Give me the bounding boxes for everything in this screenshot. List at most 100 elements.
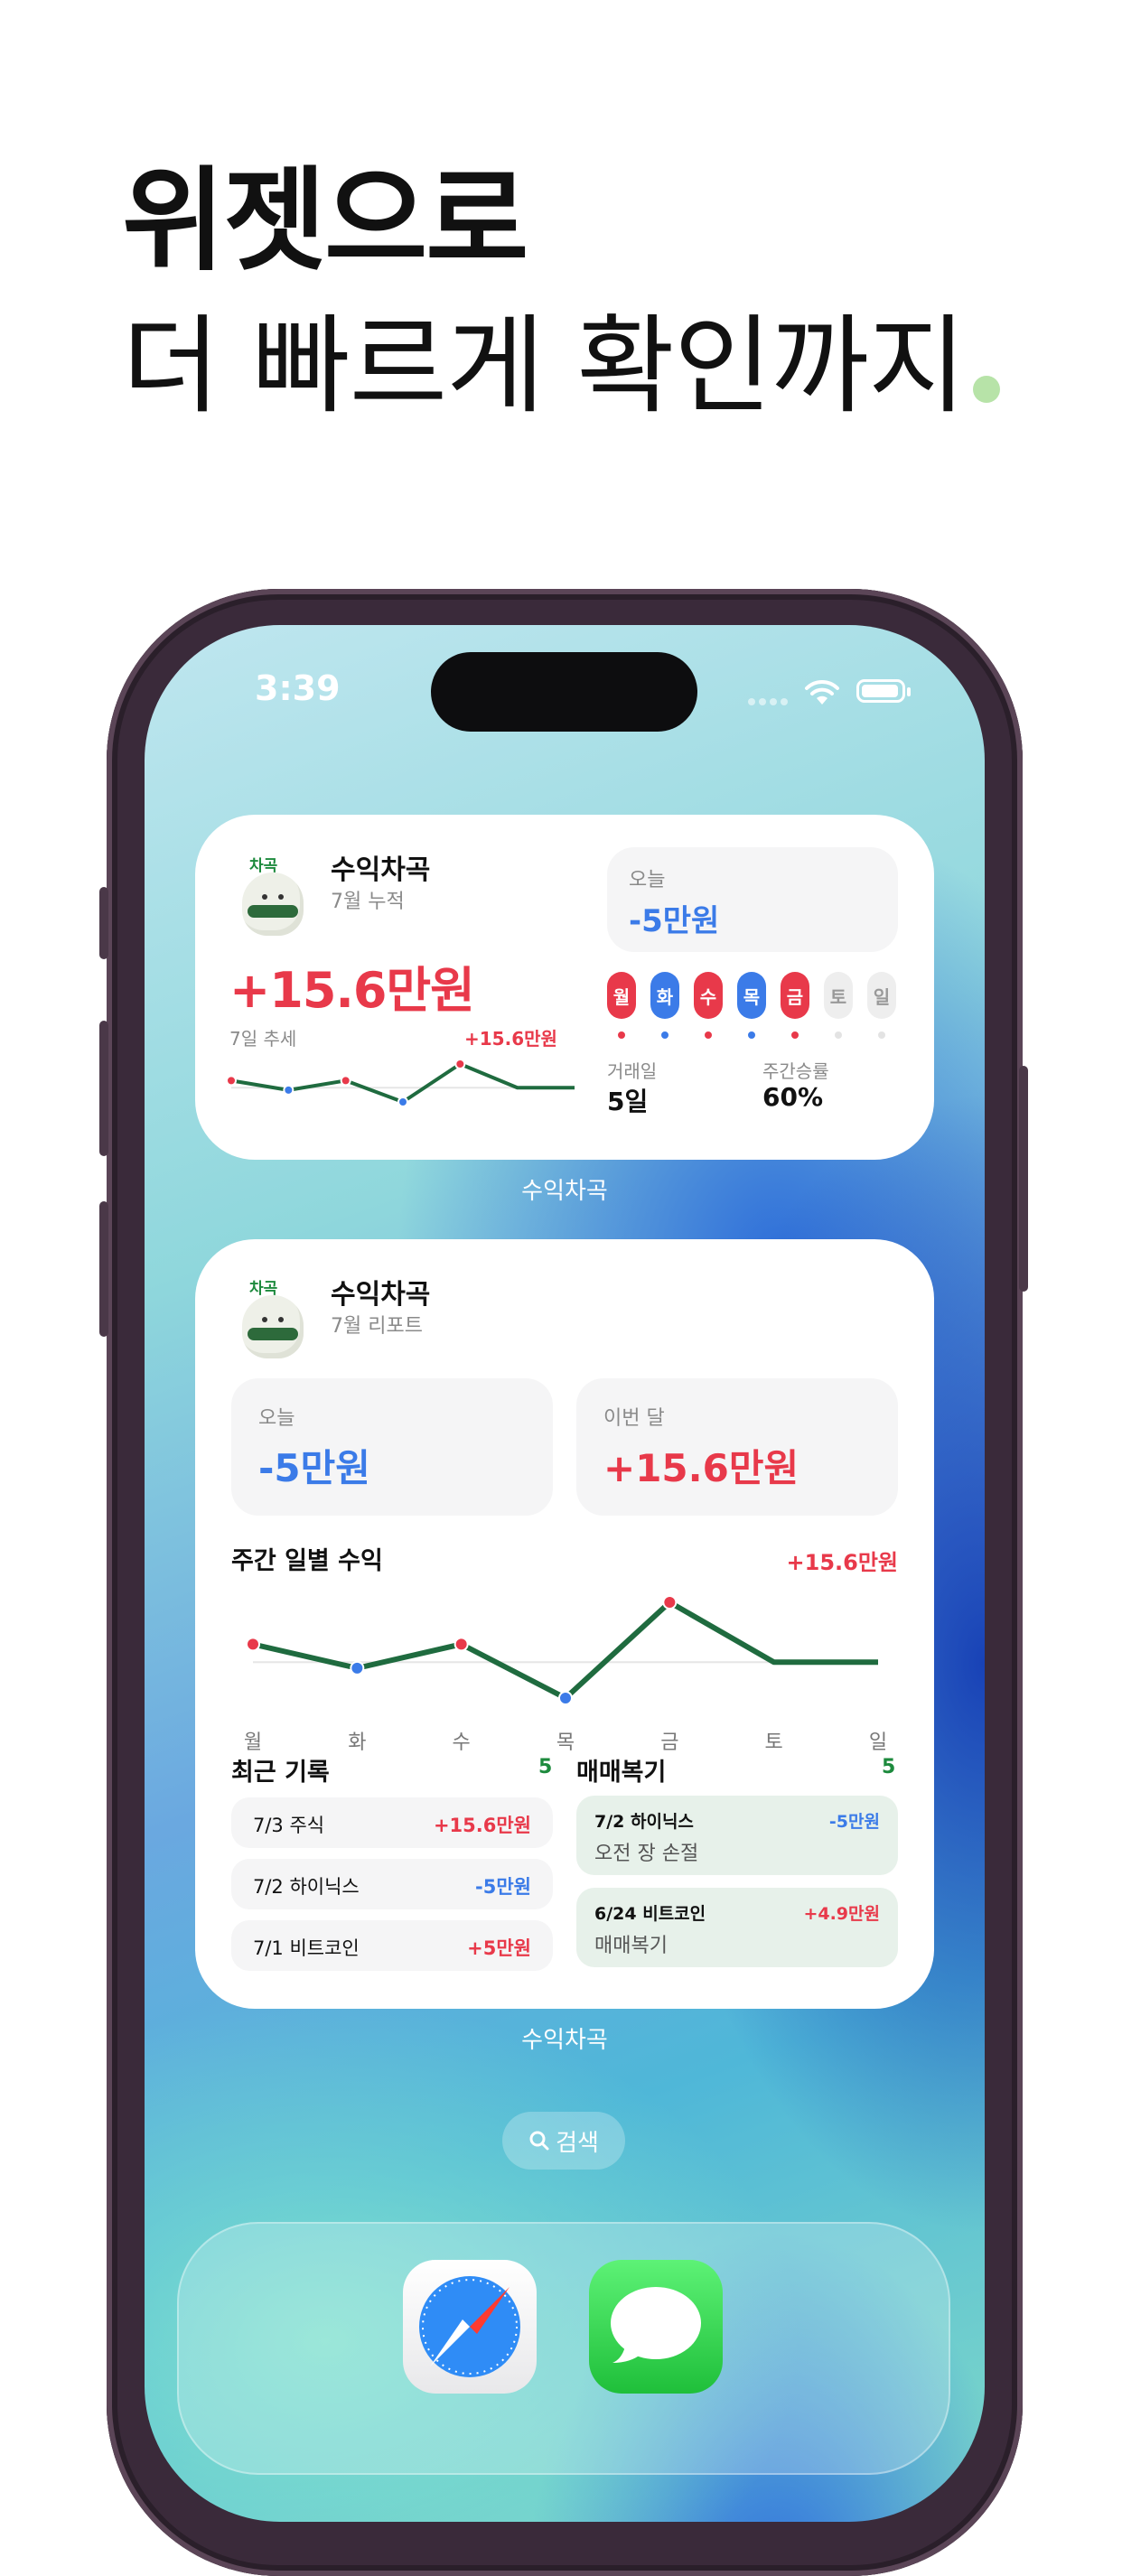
widget-subtitle: 7월 리포트: [331, 1315, 423, 1338]
chart-series-line: [252, 1600, 878, 1701]
recent-row-value: +5만원: [467, 1937, 531, 1959]
month-label: 이번 달: [603, 1407, 665, 1430]
stat-value-winrate: 60%: [762, 1082, 824, 1112]
recent-row-value: +15.6만원: [433, 1815, 531, 1836]
trend-value: +15.6만원: [464, 1028, 557, 1050]
review-count: 5: [882, 1756, 896, 1778]
today-label: 오늘: [629, 869, 666, 891]
today-box: 오늘 -5만원: [231, 1378, 553, 1516]
today-value: -5만원: [629, 903, 720, 939]
chart-point: [662, 1595, 678, 1610]
mascot-image: 차곡: [235, 1275, 311, 1362]
month-value: +15.6만원: [603, 1446, 799, 1490]
recent-row-label: 7/2 하이닉스: [253, 1876, 360, 1898]
recent-row-label: 7/1 비트코인: [253, 1937, 360, 1959]
accent-dot: [972, 376, 1000, 403]
widget-report[interactable]: 차곡 수익차곡 7월 리포트 오늘 -5만원 이번 달 +15.6만원 주간 일…: [195, 1239, 934, 2009]
action-button: [99, 887, 108, 959]
headline: 위젯으로 더 빠르게 확인까지: [122, 154, 1000, 443]
headline-line2-wrap: 더 빠르게 확인까지: [122, 289, 1000, 443]
dynamic-island: [431, 652, 697, 732]
x-tick-label: 수: [453, 1731, 471, 1754]
chart-point: [454, 1059, 466, 1069]
x-tick-label: 일: [869, 1731, 887, 1754]
x-tick-label: 토: [765, 1731, 783, 1754]
headline-line1: 위젯으로: [122, 156, 528, 286]
widget-summary-label: 수익차곡: [521, 1178, 608, 1205]
safari-icon[interactable]: [403, 2260, 537, 2394]
stat-label-days: 거래일: [607, 1060, 658, 1082]
stat-value-days: 5일: [607, 1087, 649, 1116]
weekday-pill: 토: [824, 972, 853, 1019]
chart-point: [226, 1075, 237, 1087]
chart-series-line: [230, 1062, 575, 1104]
weekday-pill: 일: [867, 972, 896, 1019]
recent-row-value: -5만원: [475, 1876, 531, 1898]
weekday-pill: 화: [650, 972, 679, 1019]
recent-row-label: 7/3 주식: [253, 1815, 325, 1836]
signal-icon: [748, 698, 788, 705]
battery-icon: [856, 679, 911, 703]
dock: [177, 2222, 950, 2475]
volume-up-button: [99, 1021, 108, 1156]
stat-label-winrate: 주간승률: [762, 1060, 829, 1082]
weekly-chart-title: 주간 일별 수익: [231, 1547, 383, 1575]
weekday-dot: [878, 1031, 885, 1039]
recent-row[interactable]: 7/1 비트코인 +5만원: [231, 1920, 553, 1971]
review-card[interactable]: 6/24 비트코인 +4.9만원매매복기: [576, 1888, 898, 1967]
weekday-dot: [661, 1031, 669, 1039]
mini-trend-chart: [226, 1059, 575, 1107]
weekday-pill: 수: [694, 972, 723, 1019]
search-icon: [529, 2131, 549, 2151]
weekday-dot: [618, 1031, 625, 1039]
weekly-total: +15.6만원: [786, 1550, 898, 1575]
review-card-note: 매매복기: [594, 1935, 668, 1957]
status-time: 3:39: [255, 668, 341, 708]
today-box: 오늘 -5만원: [607, 847, 898, 952]
today-label: 오늘: [258, 1407, 295, 1430]
weekday-pill: 목: [737, 972, 766, 1019]
wifi-icon: [805, 679, 839, 705]
x-tick-label: 목: [556, 1731, 575, 1754]
review-card-label: 6/24 비트코인: [594, 1904, 706, 1924]
weekday-pill: 금: [781, 972, 809, 1019]
trend-label: 7일 추세: [229, 1028, 297, 1050]
widget-app-name: 수익차곡: [331, 1279, 431, 1311]
widget-app-name: 수익차곡: [331, 854, 431, 886]
spotlight-search-button[interactable]: 검색: [502, 2112, 625, 2170]
review-card-label: 7/2 하이닉스: [594, 1812, 694, 1832]
review-card-note: 오전 장 손절: [594, 1843, 699, 1865]
review-card-value: +4.9만원: [803, 1904, 880, 1924]
recent-title: 최근 기록: [231, 1759, 330, 1787]
weekly-profit-chart: 월화수목금토일: [244, 1595, 887, 1754]
chart-point: [453, 1637, 469, 1652]
mascot-image: 차곡: [235, 853, 311, 939]
chart-point: [350, 1660, 365, 1675]
recent-row[interactable]: 7/2 하이닉스 -5만원: [231, 1859, 553, 1909]
messages-icon[interactable]: [589, 2260, 723, 2394]
x-tick-label: 화: [348, 1731, 366, 1754]
recent-count: 5: [538, 1756, 553, 1778]
widget-subtitle: 7월 누적: [331, 891, 405, 913]
chart-point: [246, 1637, 260, 1652]
volume-down-button: [99, 1201, 108, 1337]
review-card-value: -5만원: [828, 1812, 880, 1832]
chart-point: [283, 1084, 295, 1096]
weekday-dot: [835, 1031, 842, 1039]
x-tick-label: 월: [244, 1731, 262, 1754]
weekday-dot: [791, 1031, 799, 1039]
x-tick-label: 금: [660, 1731, 678, 1754]
chart-point: [558, 1691, 573, 1705]
review-title: 매매복기: [576, 1759, 667, 1787]
month-box: 이번 달 +15.6만원: [576, 1378, 898, 1516]
recent-row[interactable]: 7/3 주식 +15.6만원: [231, 1797, 553, 1848]
cumulative-amount: +15.6만원: [229, 962, 475, 1019]
widget-summary[interactable]: 차곡 수익차곡 7월 누적 +15.6만원 7일 추세 +15.6만원 오늘 -…: [195, 815, 934, 1160]
review-card[interactable]: 7/2 하이닉스 -5만원오전 장 손절: [576, 1796, 898, 1875]
weekday-dot: [748, 1031, 755, 1039]
today-value: -5만원: [258, 1446, 370, 1490]
power-button: [1019, 1066, 1028, 1292]
weekday-dot: [705, 1031, 712, 1039]
weekday-pill: 월: [607, 972, 636, 1019]
chart-point: [340, 1075, 351, 1087]
